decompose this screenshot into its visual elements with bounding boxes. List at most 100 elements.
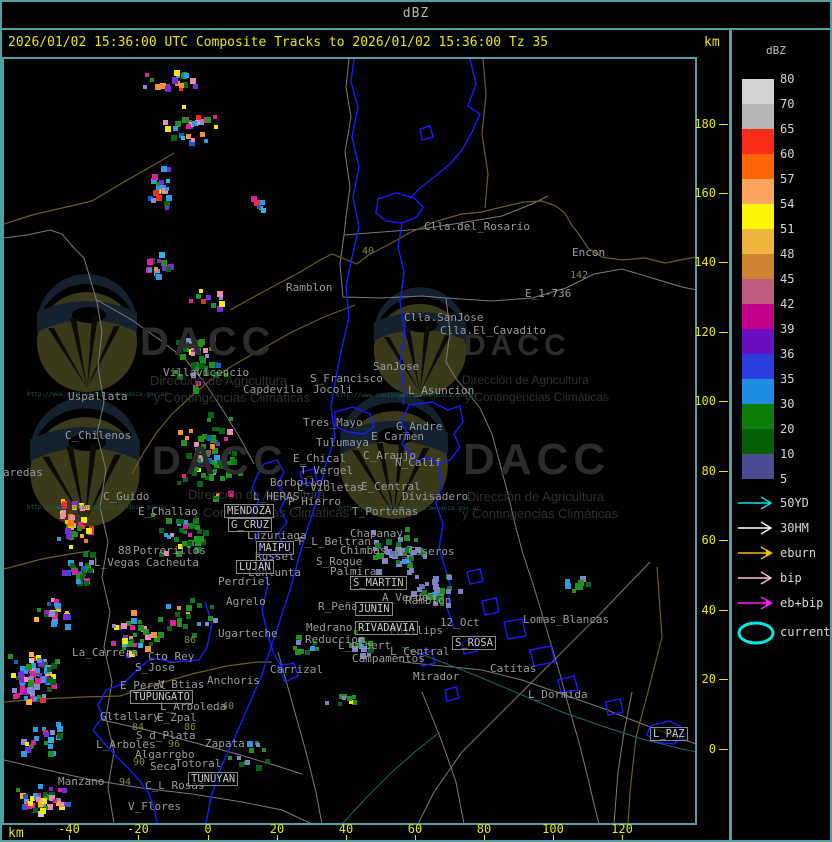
map-place-label: E_Zpal	[157, 711, 197, 724]
map-place-label: aredas	[3, 466, 43, 479]
colorbar-swatch	[742, 204, 774, 229]
colorbar-swatch	[742, 179, 774, 204]
map-place-label: Gltallary	[100, 710, 160, 723]
map-city-label: TUNUYAN	[188, 772, 239, 786]
colorbar-value-label: 39	[780, 322, 795, 336]
current-storm-icon	[737, 621, 775, 645]
y-axis-tick-label: 20	[701, 672, 716, 686]
scan-timestamp-header: 2026/01/02 15:36:00 UTC Composite Tracks…	[8, 35, 549, 50]
map-place-label: M_Caseros	[395, 545, 455, 558]
map-city-label: G_CRUZ	[228, 518, 272, 532]
map-place-label: T_Porteñas	[352, 505, 419, 518]
watermark-subtitle: Dirección de Agricultura	[462, 373, 589, 387]
map-city-label: RIVADAVIA	[355, 621, 418, 635]
colorbar-swatch	[742, 104, 774, 129]
colorbar-value-label: 70	[780, 97, 795, 111]
map-place-label: Totoral	[175, 757, 222, 770]
y-axis-tick	[719, 124, 728, 125]
y-axis-tick	[719, 262, 728, 263]
map-place-label: Capdevila	[243, 383, 303, 396]
map-city-label: MAIPU	[256, 541, 294, 555]
radar-echo-cluster	[62, 552, 96, 586]
watermark-subtitle: y Contingencias Climáticas	[465, 390, 610, 404]
colorbar-swatch	[742, 329, 774, 354]
map-place-label: Tres_Mayo	[303, 416, 363, 429]
colorbar-value-label: 45	[780, 272, 795, 286]
map-place-label: E_1-736	[525, 287, 572, 300]
title-separator	[0, 28, 832, 30]
map-place-label: Encon	[572, 246, 606, 259]
map-road-label: 40	[362, 246, 375, 257]
map-road-line	[4, 550, 91, 570]
y-axis-unit-label: km	[704, 35, 720, 50]
map-place-label: Lomas_Blancas	[523, 613, 610, 626]
colorbar-value-label: 80	[780, 72, 795, 86]
map-city-label: MENDOZA	[224, 504, 275, 518]
track-legend-label: bip	[780, 571, 802, 585]
map-place-label: Borbollon	[270, 476, 330, 489]
y-axis-tick	[719, 471, 728, 472]
dacc-watermark-logo	[373, 287, 467, 397]
map-road-line	[481, 59, 489, 209]
colorbar-swatch	[742, 304, 774, 329]
x-axis-tick-label: 20	[269, 822, 285, 836]
radar-echo-cluster	[16, 784, 71, 817]
map-place-label: S_Jose	[135, 661, 175, 674]
y-axis-tick	[719, 332, 728, 333]
colorbar-value-label: 5	[780, 472, 788, 486]
map-road-line	[4, 152, 175, 225]
map-place-label: Agrelo	[226, 595, 266, 608]
map-place-label: C_Guido	[103, 490, 150, 503]
y-axis-tick	[719, 610, 728, 611]
x-axis-tick-label: 40	[338, 822, 354, 836]
colorbar-value-label: 48	[780, 247, 795, 261]
x-axis-tick-label: 60	[407, 822, 423, 836]
colorbar-swatch	[742, 429, 774, 454]
colorbar-swatch	[742, 79, 774, 104]
radar-echo-cluster	[163, 105, 218, 146]
radar-echo-cluster	[146, 252, 174, 280]
radar-map-canvas[interactable]: DACC Dirección de Agricultura y Contingenc…	[2, 57, 697, 825]
map-place-label: V_Flores	[128, 800, 181, 813]
watermark-subtitle: Dirección de Agricultura	[467, 489, 605, 504]
map-place-label: Perdriel	[218, 575, 271, 588]
map-place-label: E_Carmen	[371, 430, 424, 443]
map-road-label: 142	[570, 270, 589, 281]
colorbar-value-label: 54	[780, 197, 795, 211]
map-place-label: La_Carrera	[72, 646, 139, 659]
radar-app-window: { "window": { "title": "dBZ" }, "header"…	[0, 0, 832, 842]
colorbar-swatch	[742, 379, 774, 404]
map-place-label: Mirador	[413, 670, 460, 683]
y-axis-tick-label: 160	[694, 186, 716, 200]
y-axis-tick-label: 120	[694, 325, 716, 339]
map-place-label: Manzano	[58, 775, 105, 788]
colorbar-swatch	[742, 129, 774, 154]
map-place-label: Clla.El_Cavadito	[440, 324, 546, 337]
panel-divider	[729, 28, 732, 840]
y-axis-tick-label: 40	[701, 603, 716, 617]
map-place-label: Carrizal	[270, 663, 323, 676]
map-place-label: Catitas	[490, 662, 537, 675]
map-place-label: Anchoris	[207, 674, 260, 687]
watermark-brand-text: DACC	[140, 320, 276, 364]
x-axis-tick-label: 100	[542, 822, 564, 836]
colorbar-value-label: 35	[780, 372, 795, 386]
colorbar-value-label: 30	[780, 397, 795, 411]
map-place-label: L_Vegas	[94, 556, 141, 569]
map-river-line	[481, 597, 500, 616]
radar-echo-cluster	[8, 652, 60, 705]
track-legend-label: 50YD	[780, 496, 809, 510]
y-axis-tick	[719, 540, 728, 541]
radar-echo-cluster	[325, 694, 357, 706]
map-place-label: L_Asuncion	[408, 384, 475, 397]
map-place-label: 12_Oct	[440, 616, 480, 629]
track-legend-label: eburn	[780, 546, 817, 560]
colorbar-value-label: 42	[780, 297, 795, 311]
y-axis-tick	[719, 749, 728, 750]
track-arrow-icon	[738, 596, 773, 610]
track-arrow-icon	[738, 546, 773, 560]
map-city-label: L_PAZ	[650, 727, 688, 741]
map-place-label: Zapata	[205, 737, 245, 750]
track-legend-label: 30HM	[780, 521, 809, 535]
map-place-label: Seca	[150, 760, 177, 773]
